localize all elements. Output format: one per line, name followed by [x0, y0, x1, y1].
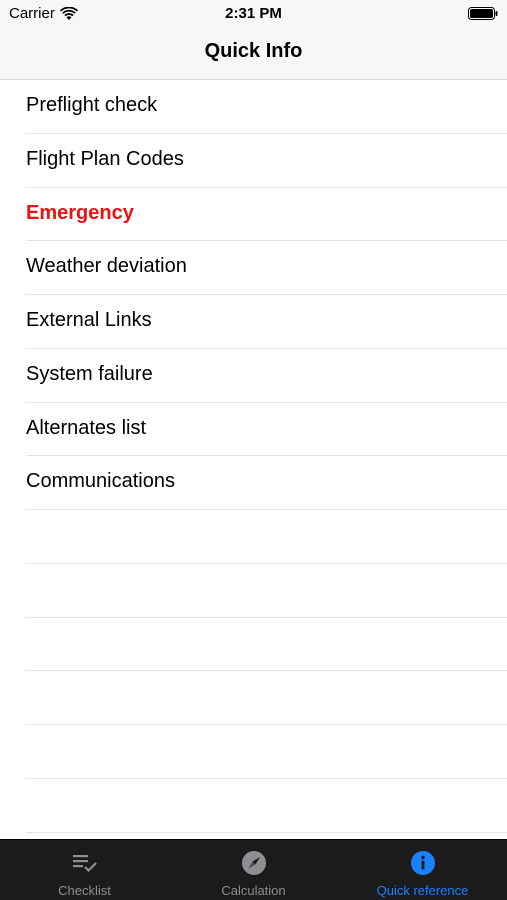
quick-info-list: Preflight check Flight Plan Codes Emerge…	[0, 80, 507, 840]
tab-calculation[interactable]: Calculation	[169, 840, 338, 900]
list-item-label: Preflight check	[26, 94, 158, 116]
tab-checklist[interactable]: Checklist	[0, 840, 169, 900]
list-item-communications[interactable]: Communications	[26, 456, 507, 510]
battery-icon	[468, 7, 498, 20]
navigation-bar: Quick Info	[0, 28, 507, 80]
list-item-flight-plan-codes[interactable]: Flight Plan Codes	[26, 134, 507, 188]
list-item-label: Flight Plan Codes	[26, 147, 184, 170]
list-item-weather-deviation[interactable]: Weather deviation	[26, 241, 507, 295]
list-item-label: Emergency	[26, 201, 134, 224]
list-item-alternates-list[interactable]: Alternates list	[26, 403, 507, 457]
empty-row	[26, 779, 507, 833]
status-time: 2:31 PM	[225, 5, 282, 22]
empty-row	[26, 510, 507, 564]
tab-label: Calculation	[221, 883, 286, 898]
empty-row	[26, 725, 507, 779]
tab-label: Checklist	[58, 883, 111, 898]
tab-label: Quick reference	[376, 883, 469, 898]
tab-quick-reference[interactable]: Quick reference	[338, 840, 507, 900]
list-item-label: Communications	[26, 470, 175, 493]
empty-row	[26, 564, 507, 618]
empty-row	[26, 671, 507, 725]
list-item-label: System failure	[26, 362, 153, 385]
checklist-icon	[72, 855, 97, 873]
info-icon	[410, 851, 435, 875]
list-item-external-links[interactable]: External Links	[26, 295, 507, 349]
tab-bar: Checklist Calculation Quick reference	[0, 839, 507, 900]
list-item-system-failure[interactable]: System failure	[26, 349, 507, 403]
screen: Carrier 2:31 PM Quick Info Preflight che…	[0, 0, 507, 900]
page-title: Quick Info	[204, 40, 303, 62]
list-item-label: Weather deviation	[26, 255, 187, 278]
list-item-label: Alternates list	[26, 416, 147, 439]
compass-icon	[241, 851, 266, 875]
status-bar: Carrier 2:31 PM	[0, 0, 507, 28]
list-item-emergency[interactable]: Emergency	[26, 188, 507, 242]
list-item-preflight-check[interactable]: Preflight check	[26, 80, 507, 134]
empty-row	[26, 618, 507, 672]
list-item-label: External Links	[26, 309, 152, 331]
